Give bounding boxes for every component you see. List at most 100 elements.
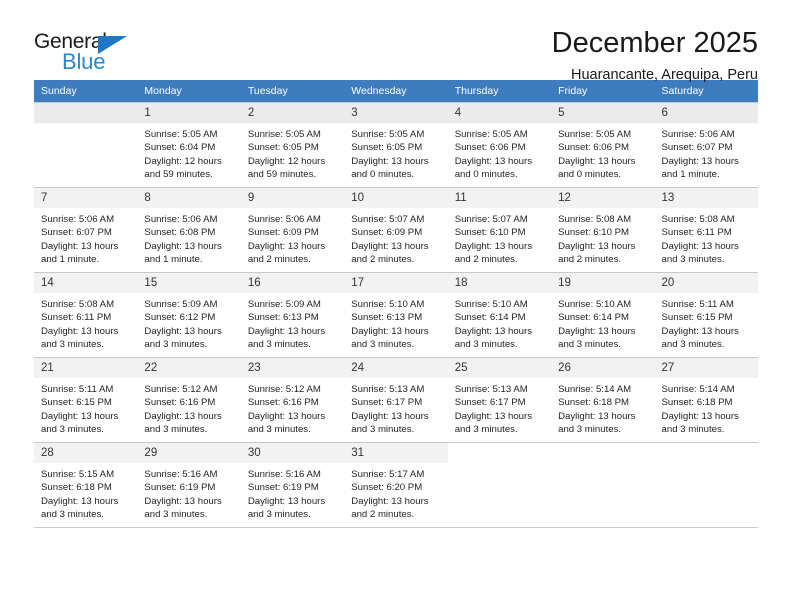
calendar-day-cell[interactable]: 28 Sunrise: 5:15 AM Sunset: 6:18 PM Dayl… (34, 442, 138, 528)
day-details: Sunrise: 5:05 AM Sunset: 6:05 PM Dayligh… (241, 123, 344, 181)
sunrise-text: Sunrise: 5:16 AM (144, 469, 218, 480)
sunset-text: Sunset: 6:06 PM (454, 142, 526, 154)
sunset-text: Sunset: 6:04 PM (144, 142, 216, 154)
day-details: Sunrise: 5:13 AM Sunset: 6:17 PM Dayligh… (344, 378, 447, 436)
sunrise-text: Sunrise: 5:13 AM (454, 384, 528, 395)
day-details: Sunrise: 5:06 AM Sunset: 6:08 PM Dayligh… (137, 208, 240, 266)
sunset-text: Sunset: 6:09 PM (247, 227, 319, 239)
calendar-day-cell[interactable]: 11 Sunrise: 5:07 AM Sunset: 6:10 PM Dayl… (447, 187, 552, 273)
calendar-day-cell[interactable]: 2 Sunrise: 5:05 AM Sunset: 6:05 PM Dayli… (240, 102, 345, 188)
sunrise-text: Sunrise: 5:10 AM (558, 299, 632, 310)
title-block: December 2025 Huarancante, Arequipa, Per… (154, 26, 758, 86)
daylight-text-line1: Daylight: 13 hours (41, 495, 119, 507)
day-number: 23 (240, 358, 345, 378)
calendar-day-cell[interactable]: 5 Sunrise: 5:05 AM Sunset: 6:06 PM Dayli… (551, 102, 655, 188)
general-blue-logo[interactable]: General Blue (34, 26, 154, 78)
daylight-text-line1: Daylight: 13 hours (558, 240, 636, 252)
calendar-day-cell[interactable]: 3 Sunrise: 5:05 AM Sunset: 6:05 PM Dayli… (344, 102, 448, 188)
day-number (447, 443, 552, 450)
sunset-text: Sunset: 6:11 PM (661, 227, 732, 239)
sunrise-text: Sunrise: 5:05 AM (247, 129, 321, 140)
calendar-day-cell[interactable]: 24 Sunrise: 5:13 AM Sunset: 6:17 PM Dayl… (344, 357, 448, 443)
sunrise-text: Sunrise: 5:16 AM (247, 469, 321, 480)
calendar-day-cell[interactable]: 15 Sunrise: 5:09 AM Sunset: 6:12 PM Dayl… (137, 272, 241, 358)
calendar-day-cell[interactable]: 4 Sunrise: 5:05 AM Sunset: 6:06 PM Dayli… (447, 102, 552, 188)
calendar-day-cell[interactable]: 25 Sunrise: 5:13 AM Sunset: 6:17 PM Dayl… (447, 357, 552, 443)
daylight-text-line2: and 3 minutes. (41, 423, 104, 435)
sunrise-text: Sunrise: 5:15 AM (41, 469, 115, 480)
calendar-day-cell (551, 442, 655, 528)
daylight-text-line2: and 2 minutes. (454, 253, 518, 265)
logo-text-blue: Blue (62, 49, 106, 74)
calendar-day-cell[interactable]: 26 Sunrise: 5:14 AM Sunset: 6:18 PM Dayl… (551, 357, 655, 443)
day-number: 15 (137, 273, 241, 293)
day-number: 30 (240, 443, 345, 463)
daylight-text-line1: Daylight: 13 hours (41, 240, 119, 252)
daylight-text-line1: Daylight: 13 hours (144, 495, 222, 507)
calendar-day-cell[interactable]: 20 Sunrise: 5:11 AM Sunset: 6:15 PM Dayl… (654, 272, 758, 358)
calendar-day-cell[interactable]: 9 Sunrise: 5:06 AM Sunset: 6:09 PM Dayli… (240, 187, 345, 273)
calendar-day-cell (654, 442, 758, 528)
calendar-week-row: 7 Sunrise: 5:06 AM Sunset: 6:07 PM Dayli… (34, 187, 758, 273)
day-details: Sunrise: 5:09 AM Sunset: 6:12 PM Dayligh… (137, 293, 240, 351)
calendar-day-cell[interactable]: 23 Sunrise: 5:12 AM Sunset: 6:16 PM Dayl… (240, 357, 345, 443)
day-number: 11 (447, 188, 552, 208)
page-subtitle: Huarancante, Arequipa, Peru (570, 67, 758, 83)
day-details: Sunrise: 5:14 AM Sunset: 6:18 PM Dayligh… (655, 378, 758, 436)
day-details: Sunrise: 5:08 AM Sunset: 6:11 PM Dayligh… (34, 293, 137, 351)
day-details: Sunrise: 5:06 AM Sunset: 6:07 PM Dayligh… (655, 123, 758, 181)
sunrise-text: Sunrise: 5:13 AM (351, 384, 425, 395)
day-number: 4 (447, 103, 552, 123)
calendar-day-cell[interactable]: 17 Sunrise: 5:10 AM Sunset: 6:13 PM Dayl… (344, 272, 448, 358)
calendar-day-cell[interactable]: 1 Sunrise: 5:05 AM Sunset: 6:04 PM Dayli… (137, 102, 241, 188)
day-number: 27 (654, 358, 758, 378)
daylight-text-line1: Daylight: 13 hours (558, 155, 636, 167)
daylight-text-line1: Daylight: 12 hours (247, 155, 326, 167)
daylight-text-line1: Daylight: 13 hours (41, 325, 119, 337)
daylight-text-line1: Daylight: 13 hours (454, 240, 533, 252)
calendar-day-cell[interactable]: 16 Sunrise: 5:09 AM Sunset: 6:13 PM Dayl… (240, 272, 345, 358)
day-number: 8 (137, 188, 241, 208)
calendar-day-cell[interactable]: 8 Sunrise: 5:06 AM Sunset: 6:08 PM Dayli… (137, 187, 241, 273)
sunset-text: Sunset: 6:07 PM (661, 142, 733, 154)
sunrise-text: Sunrise: 5:06 AM (144, 214, 218, 225)
calendar-day-cell[interactable]: 27 Sunrise: 5:14 AM Sunset: 6:18 PM Dayl… (654, 357, 758, 443)
calendar-day-cell[interactable]: 29 Sunrise: 5:16 AM Sunset: 6:19 PM Dayl… (137, 442, 241, 528)
sunrise-text: Sunrise: 5:05 AM (454, 129, 528, 140)
day-number (34, 103, 138, 123)
sunset-text: Sunset: 6:14 PM (454, 312, 526, 324)
calendar-day-cell[interactable]: 10 Sunrise: 5:07 AM Sunset: 6:09 PM Dayl… (344, 187, 448, 273)
day-details: Sunrise: 5:14 AM Sunset: 6:18 PM Dayligh… (551, 378, 654, 436)
calendar-day-cell[interactable]: 12 Sunrise: 5:08 AM Sunset: 6:10 PM Dayl… (551, 187, 655, 273)
calendar-day-cell[interactable]: 30 Sunrise: 5:16 AM Sunset: 6:19 PM Dayl… (240, 442, 345, 528)
daylight-text-line2: and 3 minutes. (661, 423, 725, 435)
calendar-day-cell[interactable]: 19 Sunrise: 5:10 AM Sunset: 6:14 PM Dayl… (551, 272, 655, 358)
day-details: Sunrise: 5:07 AM Sunset: 6:10 PM Dayligh… (448, 208, 551, 266)
day-number: 7 (34, 188, 138, 208)
daylight-text-line1: Daylight: 13 hours (661, 410, 739, 422)
calendar-day-cell[interactable]: 18 Sunrise: 5:10 AM Sunset: 6:14 PM Dayl… (447, 272, 552, 358)
daylight-text-line2: and 3 minutes. (454, 338, 518, 350)
daylight-text-line1: Daylight: 13 hours (351, 240, 429, 252)
sunset-text: Sunset: 6:15 PM (661, 312, 733, 324)
daylight-text-line1: Daylight: 13 hours (41, 410, 119, 422)
sunset-text: Sunset: 6:13 PM (351, 312, 423, 324)
calendar-day-cell[interactable]: 31 Sunrise: 5:17 AM Sunset: 6:20 PM Dayl… (344, 442, 448, 528)
calendar-day-cell[interactable]: 21 Sunrise: 5:11 AM Sunset: 6:15 PM Dayl… (34, 357, 138, 443)
sunrise-text: Sunrise: 5:08 AM (661, 214, 735, 225)
sunset-text: Sunset: 6:10 PM (558, 227, 630, 239)
day-details: Sunrise: 5:08 AM Sunset: 6:10 PM Dayligh… (551, 208, 654, 266)
sunrise-sunset-calendar: Sunday Monday Tuesday Wednesday Thursday… (34, 80, 758, 528)
calendar-day-cell[interactable]: 14 Sunrise: 5:08 AM Sunset: 6:11 PM Dayl… (34, 272, 138, 358)
sunset-text: Sunset: 6:18 PM (558, 397, 630, 409)
sunrise-text: Sunrise: 5:11 AM (41, 384, 114, 395)
daylight-text-line2: and 3 minutes. (144, 338, 208, 350)
sunset-text: Sunset: 6:15 PM (41, 397, 112, 409)
calendar-day-cell[interactable]: 22 Sunrise: 5:12 AM Sunset: 6:16 PM Dayl… (137, 357, 241, 443)
calendar-day-cell[interactable]: 6 Sunrise: 5:06 AM Sunset: 6:07 PM Dayli… (654, 102, 758, 188)
calendar-day-cell[interactable]: 13 Sunrise: 5:08 AM Sunset: 6:11 PM Dayl… (654, 187, 758, 273)
day-number (551, 443, 655, 450)
daylight-text-line1: Daylight: 13 hours (558, 325, 636, 337)
day-details: Sunrise: 5:10 AM Sunset: 6:14 PM Dayligh… (448, 293, 551, 351)
calendar-day-cell[interactable]: 7 Sunrise: 5:06 AM Sunset: 6:07 PM Dayli… (34, 187, 138, 273)
